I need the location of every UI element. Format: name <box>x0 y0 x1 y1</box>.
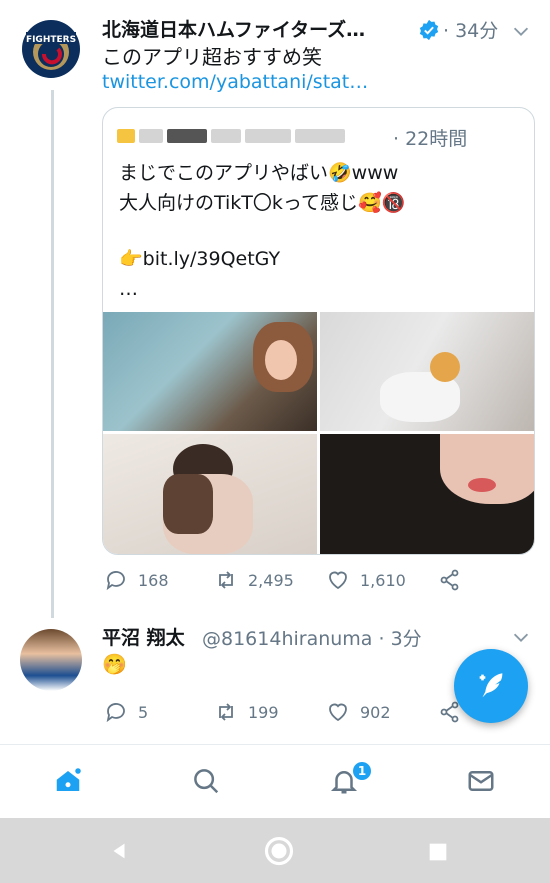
search-icon <box>194 769 219 794</box>
fighters-avatar[interactable]: FIGHTERS <box>20 18 82 80</box>
quoted-tweet-time: · 22時間 <box>393 128 468 150</box>
quoted-author-blurred <box>117 128 397 144</box>
mail-icon <box>468 771 494 791</box>
tweet1-retweet[interactable]: 2,495 <box>214 568 294 592</box>
reply-icon <box>106 571 125 591</box>
tweet2-reply-count: 5 <box>138 702 149 722</box>
back-icon[interactable] <box>108 840 130 866</box>
retweet-icon <box>219 703 233 721</box>
tweet1-time: · 34分 <box>443 20 499 42</box>
tab-messages[interactable] <box>463 763 499 799</box>
tweet2-author-name[interactable]: 平沼 翔太 <box>102 623 185 650</box>
compose-button[interactable] <box>454 649 528 723</box>
verified-icon <box>418 19 440 45</box>
quoted-image-1[interactable] <box>103 312 317 431</box>
tweet2-retweet-count: 199 <box>248 702 279 722</box>
tweet1-link[interactable]: twitter.com/yabattani/stat… <box>102 71 368 93</box>
quoted-image-4[interactable] <box>320 434 534 554</box>
tweet2-like[interactable]: 902 <box>326 700 391 724</box>
fighters-logo-text: FIGHTERS <box>26 35 76 45</box>
tweet1-like-count: 1,610 <box>360 570 406 590</box>
thread-connector <box>51 90 54 618</box>
tab-search[interactable] <box>188 763 224 799</box>
tweet1-author-name[interactable]: 北海道日本ハムファイターズ… <box>102 15 365 42</box>
home-icon <box>56 768 81 791</box>
reply-icon <box>106 703 125 723</box>
chevron-down-icon[interactable] <box>510 626 532 652</box>
hiranuma-avatar[interactable] <box>20 629 82 691</box>
retweet-icon <box>219 571 233 589</box>
tweet1-retweet-count: 2,495 <box>248 570 294 590</box>
tweet2-retweet[interactable]: 199 <box>214 700 279 724</box>
android-nav-bar <box>0 818 550 883</box>
tweet2-text: 🤭 <box>102 652 127 676</box>
tweet2-reply[interactable]: 5 <box>104 700 148 724</box>
recents-icon[interactable] <box>428 842 448 866</box>
fighters-logo-icon: FIGHTERS <box>22 20 80 78</box>
notifications-badge: 1 <box>351 760 373 782</box>
chevron-down-icon[interactable] <box>510 20 532 46</box>
like-icon <box>329 703 347 722</box>
tweet1-like[interactable]: 1,610 <box>326 568 406 592</box>
quoted-image-2[interactable] <box>320 312 534 431</box>
bottom-tab-bar <box>0 744 550 819</box>
tweet1-reply[interactable]: 168 <box>104 568 169 592</box>
tab-home[interactable] <box>50 763 86 799</box>
quoted-tweet-card[interactable]: · 22時間 まじでこのアプリやばい🤣www 大人向けのTikT〇kって感じ🥰🔞… <box>102 107 535 555</box>
tweet1-share[interactable] <box>438 568 462 592</box>
quoted-text-line3[interactable]: 👉bit.ly/39QetGY <box>119 244 280 274</box>
share-icon <box>440 569 459 591</box>
like-icon <box>329 571 347 590</box>
tweet1-text: このアプリ超おすすめ笑 <box>102 45 322 69</box>
quoted-image-3[interactable] <box>103 434 317 554</box>
quoted-text-line1: まじでこのアプリやばい🤣www <box>119 162 399 184</box>
compose-icon <box>479 673 503 698</box>
tweet1-reply-count: 168 <box>138 570 169 590</box>
quoted-text-line4: … <box>119 278 138 300</box>
quoted-text-line2: 大人向けのTikT〇kって感じ🥰🔞 <box>119 192 406 214</box>
tweet2-handle-time: @81614hiranuma · 3分 <box>202 628 422 650</box>
home-nav-icon[interactable] <box>264 836 294 870</box>
tweet2-like-count: 902 <box>360 702 391 722</box>
